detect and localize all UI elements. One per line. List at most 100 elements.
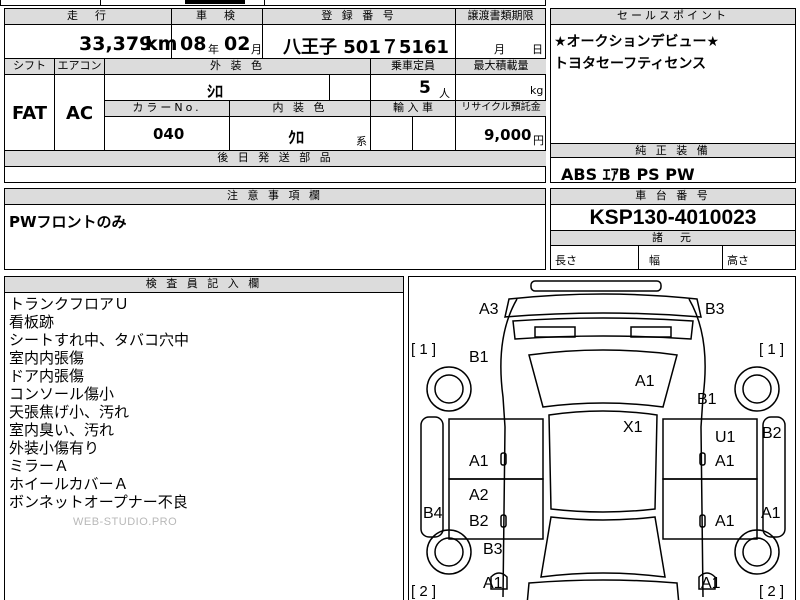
notes-box: 注 意 事 項 欄 PWフロントのみ — [4, 188, 546, 270]
recycle-cell: 9,000 円 — [456, 117, 546, 151]
damage-mark-a1: A1 — [635, 373, 655, 390]
inspector-line: コンソール傷小 — [9, 385, 115, 403]
capacity-value: 5 — [419, 78, 431, 98]
chassis-box: 車 台 番 号 KSP130-4010023 諸 元 長さ 幅 高さ — [550, 188, 796, 270]
chassis-header: 車 台 番 号 — [551, 189, 795, 205]
transfer-cell: 月 日 — [456, 25, 546, 59]
top-partial-divider-2 — [264, 0, 265, 6]
genuine-equipment-value: ABS ｴｱB PS PW — [561, 165, 695, 184]
inspector-box: 検 査 員 記 入 欄 トランクフロアＵ 看板跡 シートすれ中、タバコ穴中 室内… — [4, 276, 404, 600]
area-label-2-left: [ 2 ] — [411, 583, 437, 600]
transfer-day-unit: 日 — [532, 43, 543, 56]
import-cell-right — [413, 117, 456, 151]
import-cell-left — [371, 117, 413, 151]
shaken-year-unit: 年 — [208, 43, 219, 56]
damage-mark-a2: A2 — [469, 487, 489, 504]
chassis-number: KSP130-4010023 — [589, 206, 757, 229]
color-no-header: カラーNo. — [105, 101, 230, 117]
color-no-value: 040 — [153, 125, 185, 143]
top-partial-divider-1 — [100, 0, 101, 6]
damage-mark-a1: A1 — [715, 453, 735, 470]
import-header: 輸 入 車 — [371, 101, 456, 117]
damage-mark-b2: B2 — [762, 425, 782, 442]
shaken-cell: 08 年 02 月 — [172, 25, 263, 59]
exterior-color-header: 外 装 色 — [105, 59, 371, 75]
inspector-header: 検 査 員 記 入 欄 — [5, 277, 403, 293]
top-partial-mark — [185, 0, 245, 4]
interior-color-cell: ｸﾛ 系 — [230, 117, 371, 151]
shaken-month-unit: 月 — [251, 43, 262, 56]
area-label-1-right: [ 1 ] — [759, 341, 785, 358]
damage-mark-a1: A1 — [715, 513, 735, 530]
length-cell: 長さ — [551, 246, 639, 270]
aircon-value: AC — [66, 103, 94, 124]
inspector-line: ドア内張傷 — [9, 367, 85, 385]
capacity-header: 乗車定員 — [371, 59, 456, 75]
shaken-header: 車 検 — [172, 9, 263, 25]
height-label: 高さ — [727, 254, 749, 267]
registration-value: 八王子 501７5161 — [283, 37, 449, 58]
inspector-line: 天張焦げ小、汚れ — [9, 403, 130, 421]
damage-mark-b3: B3 — [483, 541, 503, 558]
sales-point-line-1: ★オークションデビュー★ — [554, 34, 720, 50]
recycle-header: リサイクル預託金 — [456, 101, 546, 117]
mileage-header: 走 行 — [5, 9, 172, 25]
shift-header: シフト — [5, 59, 55, 75]
damage-mark-b1: B1 — [469, 349, 489, 366]
car-diagram-box: A3 B3 [ 1 ] [ 1 ] B1 A1 B1 X1 U1 B2 A1 A… — [408, 276, 796, 600]
recycle-value: 9,000 — [484, 126, 532, 144]
inspector-line: ボンネットオープナー不良 — [9, 493, 188, 511]
notes-value: PWフロントのみ — [9, 213, 127, 231]
exterior-color-cell: ｼﾛ — [105, 75, 330, 101]
max-load-header: 最大積載量 — [456, 59, 546, 75]
inspector-line: 看板跡 — [9, 313, 55, 331]
length-label: 長さ — [555, 254, 577, 267]
damage-mark-a1: A1 — [469, 453, 489, 470]
inspector-line: 外装小傷有り — [9, 439, 100, 457]
shift-value: FAT — [12, 103, 48, 124]
capacity-unit: 人 — [439, 87, 450, 100]
area-label-1-left: [ 1 ] — [411, 341, 437, 358]
damage-mark-b2: B2 — [469, 513, 489, 530]
exterior-color-value: ｼﾛ — [207, 82, 224, 101]
inspector-line: ミラーＡ — [9, 457, 70, 475]
color-no-cell: 040 — [105, 117, 230, 151]
exterior-color-extra-cell — [330, 75, 371, 101]
top-partial-row — [0, 0, 546, 6]
damage-mark-u1: U1 — [715, 429, 736, 446]
transfer-deadline-header: 譲渡書類期限 — [456, 9, 546, 25]
inspector-line: トランクフロアＵ — [9, 295, 130, 313]
car-outline — [420, 280, 786, 600]
registration-cell: 八王子 501７5161 — [263, 25, 456, 59]
shaken-year: 08 — [180, 33, 207, 55]
shift-cell: FAT — [5, 75, 55, 151]
sales-points-box: セールスポイント ★オークションデビュー★ トヨタセーフティセンス 純 正 装 … — [550, 8, 796, 184]
damage-mark-b1: B1 — [697, 391, 717, 408]
interior-color-header: 内 装 色 — [230, 101, 371, 117]
capacity-cell: 5 人 — [371, 75, 456, 101]
damage-mark-a3: A3 — [479, 301, 499, 318]
damage-mark-x1: X1 — [623, 419, 643, 436]
max-load-unit: kg — [530, 84, 544, 97]
inspector-line: ホイールカバーＡ — [9, 475, 129, 493]
later-parts-header: 後 日 発 送 部 品 — [5, 151, 546, 167]
genuine-equipment-header: 純 正 装 備 — [551, 143, 795, 158]
damage-mark-a1: A1 — [701, 575, 721, 592]
aircon-cell: AC — [55, 75, 105, 151]
transfer-month-unit: 月 — [494, 43, 505, 56]
dimensions-header: 諸 元 — [551, 230, 795, 246]
inspector-line: 室内臭い、汚れ — [9, 421, 115, 439]
area-label-2-right: [ 2 ] — [759, 583, 785, 600]
mileage-cell: 33,379 km — [5, 25, 177, 59]
damage-mark-a1: A1 — [761, 505, 781, 522]
damage-mark-b3: B3 — [705, 301, 725, 318]
spec-table: 走 行 車 検 登 録 番 号 譲渡書類期限 33,379 km 08 年 02… — [4, 8, 546, 183]
mileage-value: 33,379 — [79, 33, 153, 55]
height-cell: 高さ — [723, 246, 795, 270]
width-label: 幅 — [649, 254, 660, 267]
inspector-line: 室内内張傷 — [9, 349, 85, 367]
recycle-unit: 円 — [533, 134, 544, 147]
watermark: WEB-STUDIO.PRO — [73, 516, 178, 528]
damage-mark-b4: B4 — [423, 505, 443, 522]
notes-header: 注 意 事 項 欄 — [5, 189, 545, 205]
